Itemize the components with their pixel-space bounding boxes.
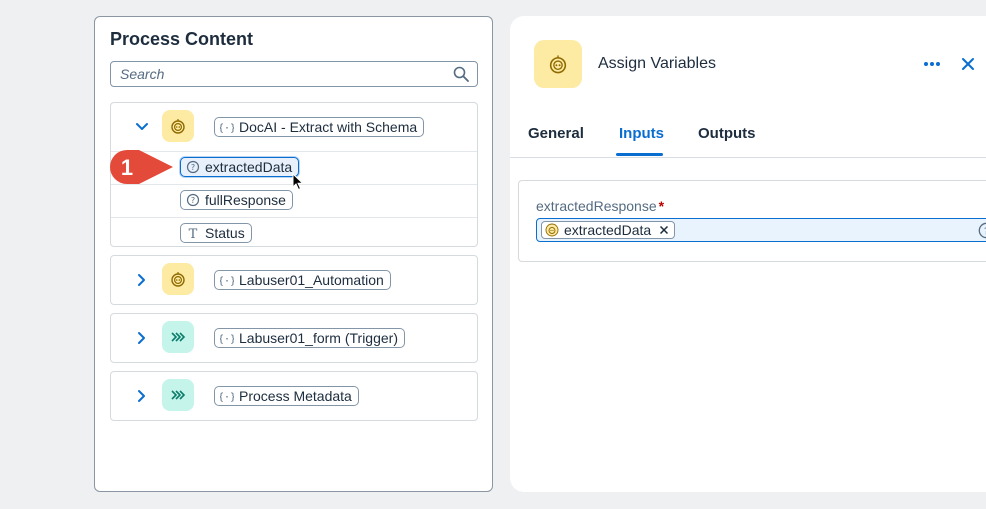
svg-text:?: ? bbox=[191, 163, 195, 172]
node-label: Labuser01_form (Trigger) bbox=[239, 330, 398, 346]
more-options-icon[interactable] bbox=[922, 54, 942, 74]
tab-general[interactable]: General bbox=[528, 125, 584, 142]
tree-node-process-metadata: {·} Process Metadata bbox=[110, 371, 478, 421]
token-label: extractedData bbox=[564, 222, 652, 238]
structure-icon: {·} bbox=[220, 273, 234, 287]
panel-title: Process Content bbox=[110, 29, 254, 49]
variable-label: extractedData bbox=[205, 159, 293, 175]
variable-label: Status bbox=[205, 225, 245, 241]
variable-token[interactable]: extractedData bbox=[541, 221, 676, 239]
extracted-response-input[interactable]: extractedData ? bbox=[536, 218, 986, 242]
variable-pill-extracteddata[interactable]: ? extractedData bbox=[180, 157, 300, 177]
active-tab-indicator bbox=[616, 153, 663, 156]
tree-node-header[interactable]: {·} Labuser01_Automation bbox=[111, 256, 477, 304]
help-icon[interactable]: ? bbox=[978, 222, 986, 239]
field-label-text: extractedResponse bbox=[536, 198, 657, 214]
tab-bar: General Inputs Outputs bbox=[510, 112, 986, 158]
chevron-right-icon[interactable] bbox=[133, 271, 151, 289]
tree-node-header[interactable]: {·} Labuser01_form (Trigger) bbox=[111, 314, 477, 362]
field-label: extractedResponse * bbox=[536, 198, 664, 214]
tree-child-row: T Status bbox=[111, 217, 477, 250]
variable-group-pill[interactable]: {·} Process Metadata bbox=[214, 386, 359, 406]
input-field-card: extractedResponse * extractedData bbox=[518, 180, 986, 262]
bot-icon bbox=[162, 110, 194, 142]
process-content-panel: Process Content {·} bbox=[94, 16, 493, 492]
structure-icon: {·} bbox=[220, 120, 234, 134]
structure-icon: {·} bbox=[220, 389, 234, 403]
tree-node-header[interactable]: {·} DocAI - Extract with Schema bbox=[111, 103, 477, 151]
svg-text:{·}: {·} bbox=[220, 123, 234, 134]
tab-outputs[interactable]: Outputs bbox=[698, 125, 756, 142]
chevron-right-icon[interactable] bbox=[133, 387, 151, 405]
search-input[interactable] bbox=[111, 62, 440, 86]
remove-token-icon[interactable] bbox=[659, 225, 669, 235]
unknown-type-icon: ? bbox=[186, 160, 200, 174]
search-icon[interactable] bbox=[453, 66, 469, 82]
step-callout-marker: 1 bbox=[110, 150, 173, 184]
variable-label: fullResponse bbox=[205, 192, 286, 208]
trigger-icon bbox=[162, 379, 194, 411]
unknown-type-icon: ? bbox=[186, 193, 200, 207]
text-type-icon: T bbox=[186, 226, 200, 240]
svg-text:{·}: {·} bbox=[220, 276, 234, 287]
bot-icon bbox=[545, 223, 559, 237]
node-label: Labuser01_Automation bbox=[239, 272, 384, 288]
trigger-icon bbox=[162, 321, 194, 353]
panel-title: Assign Variables bbox=[598, 55, 716, 72]
close-icon[interactable] bbox=[959, 55, 977, 73]
node-label: DocAI - Extract with Schema bbox=[239, 119, 418, 135]
variable-group-pill[interactable]: {·} Labuser01_form (Trigger) bbox=[214, 328, 405, 348]
variable-group-pill[interactable]: {·} Labuser01_Automation bbox=[214, 270, 391, 290]
svg-text:T: T bbox=[189, 227, 198, 240]
tree-node-header[interactable]: {·} Process Metadata bbox=[111, 372, 477, 420]
search-field[interactable] bbox=[110, 61, 478, 87]
variable-group-pill[interactable]: {·} DocAI - Extract with Schema bbox=[214, 117, 425, 137]
bot-icon bbox=[534, 40, 582, 88]
structure-icon: {·} bbox=[220, 331, 234, 345]
svg-text:{·}: {·} bbox=[220, 392, 234, 403]
chevron-down-icon[interactable] bbox=[133, 118, 151, 136]
mouse-cursor-icon bbox=[292, 173, 304, 191]
bot-icon bbox=[162, 263, 194, 295]
required-marker: * bbox=[658, 198, 665, 214]
assign-variables-panel: Assign Variables General Inputs Outputs … bbox=[510, 16, 986, 492]
node-label: Process Metadata bbox=[239, 388, 352, 404]
chevron-right-icon[interactable] bbox=[133, 329, 151, 347]
svg-text:?: ? bbox=[191, 196, 195, 205]
svg-text:{·}: {·} bbox=[220, 334, 234, 345]
variable-pill-status[interactable]: T Status bbox=[180, 223, 252, 243]
tab-inputs[interactable]: Inputs bbox=[619, 125, 664, 142]
tree-node-form-trigger: {·} Labuser01_form (Trigger) bbox=[110, 313, 478, 363]
callout-number: 1 bbox=[121, 155, 133, 180]
tree-node-automation: {·} Labuser01_Automation bbox=[110, 255, 478, 305]
variable-pill-fullresponse[interactable]: ? fullResponse bbox=[180, 190, 293, 210]
